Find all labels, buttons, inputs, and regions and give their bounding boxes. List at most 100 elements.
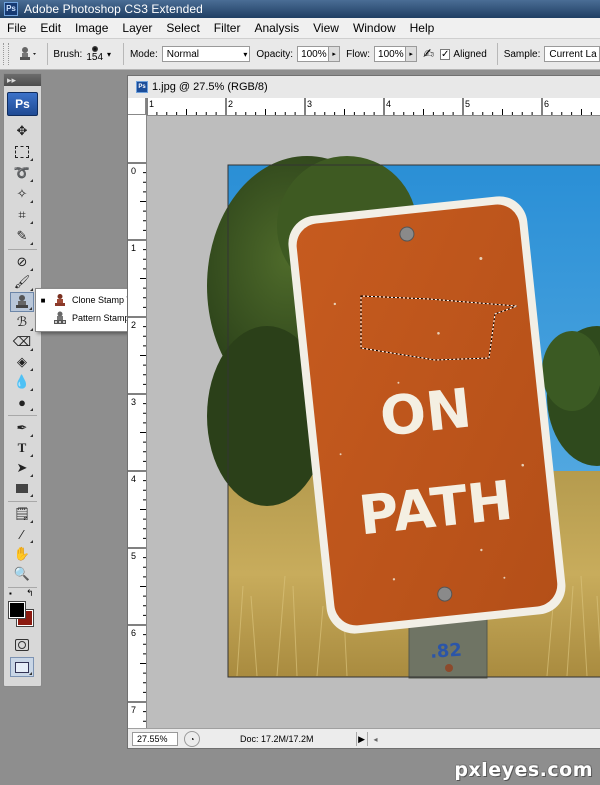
brush-picker[interactable]: 154 [86,46,104,63]
brush-tool[interactable]: 🖌 [10,272,34,292]
scroll-left-icon[interactable]: ◂ [374,735,378,744]
crop-tool[interactable]: ⌗ [10,205,34,225]
quick-mask-icon [15,639,29,651]
photoshop-app-icon: Ps [4,2,18,16]
brush-label: Brush: [53,48,83,60]
eraser-tool[interactable]: ⌫ [10,332,34,352]
ruler-label: 2 [228,99,233,109]
swap-colors-icon[interactable]: ↰ [26,588,34,599]
sample-select[interactable]: Current La [544,46,600,62]
collapse-panel-icon[interactable]: ▸▸ [7,75,16,85]
notes-tool[interactable]: 🗒 [10,504,34,524]
menu-view[interactable]: View [306,21,346,35]
toolbox-separator [8,415,37,416]
menu-analysis[interactable]: Analysis [247,21,306,35]
brush-size: 154 [86,52,104,63]
zoom-level-field[interactable]: 27.55% [132,732,178,746]
type-tool[interactable]: T [10,438,34,458]
menu-select[interactable]: Select [159,21,206,35]
tool-options-bar: Brush: 154 ▾ Mode: Normal ▾ Opacity: 100… [0,39,600,70]
mode-label: Mode: [129,48,158,60]
crop-icon: ⌗ [18,207,26,222]
healing-brush-tool[interactable]: ⊘ [10,252,34,272]
flow-input[interactable]: 100% [374,46,407,62]
options-separator [123,43,124,65]
selected-bullet-icon: ■ [40,295,46,305]
ruler-label: 3 [307,99,312,109]
ruler-label: 1 [149,99,154,109]
zoom-tool[interactable]: 🔍 [10,564,34,584]
ruler-label: 7 [131,705,136,715]
rectangle-shape-icon [16,483,28,493]
menu-window[interactable]: Window [346,21,403,35]
menu-filter[interactable]: Filter [207,21,248,35]
opacity-input[interactable]: 100% [297,46,330,62]
flow-slider-button[interactable]: ▸ [406,46,418,62]
eyedropper-icon: ⁄ [20,526,24,542]
shape-tool[interactable] [10,478,34,498]
marquee-tool[interactable] [10,142,34,162]
toolbox-header[interactable]: ▸▸ [4,74,41,86]
mode-select[interactable]: Normal ▾ [161,46,251,62]
ruler-label: 6 [544,99,549,109]
watermark-logo: pxleyes.com [454,759,593,781]
menu-image[interactable]: Image [68,21,115,35]
blur-drop-icon: 💧 [13,374,31,389]
zoom-magnifier-icon: 🔍 [13,566,31,581]
brush-icon: 🖌 [13,274,31,289]
photoshop-logo[interactable]: Ps [7,92,38,116]
clone-stamp-tool[interactable] [10,292,34,312]
ruler-label: 3 [131,397,136,407]
window-title: Adobe Photoshop CS3 Extended [24,2,203,16]
menu-layer[interactable]: Layer [115,21,159,35]
vertical-ruler[interactable]: 0 1 2 3 4 5 6 7 [128,115,147,728]
menu-help[interactable]: Help [403,21,442,35]
dodge-icon: ● [18,394,26,410]
menu-file[interactable]: File [0,21,33,35]
eyedropper-tool[interactable]: ✎ [10,226,34,246]
paint-bucket-tool[interactable]: ◈ [10,352,34,372]
ruler-label: 2 [131,320,136,330]
eyedropper-sample-tool[interactable]: ⁄ [10,524,34,544]
document-icon: Ps [136,81,148,93]
history-brush-tool[interactable]: ℬ [10,312,34,332]
photo-canvas[interactable]: .82 ON PATH [147,116,600,728]
ruler-label: 5 [465,99,470,109]
pen-tool[interactable]: ✒ [10,418,34,438]
airbrush-icon[interactable]: ✍ [423,46,434,62]
opacity-slider-button[interactable]: ▸ [329,46,341,62]
status-menu-arrow-icon[interactable]: ▶ [355,732,368,746]
path-selection-tool[interactable]: ➤ [10,458,34,478]
default-colors-icon[interactable]: ▪ [9,589,12,598]
tool-preset-picker[interactable] [15,42,41,66]
quick-mask-button[interactable] [10,635,34,655]
blur-tool[interactable]: 💧 [10,372,34,392]
ruler-label: 4 [386,99,391,109]
brush-dropdown-arrow-icon[interactable]: ▾ [107,50,111,59]
document-size: Doc: 17.2M/17.2M [240,734,314,744]
horizontal-ruler[interactable]: 1 2 3 4 5 6 [146,98,600,116]
foreground-color-swatch[interactable] [8,601,26,619]
canvas-area[interactable]: .82 ON PATH [147,116,600,728]
dodge-tool[interactable]: ● [10,392,34,412]
horizontal-ruler-ticks: 1 2 3 4 5 6 [146,98,592,115]
options-bar-grip[interactable] [3,43,9,65]
lasso-tool[interactable]: ➰ [10,163,34,183]
move-icon: ✥ [16,123,28,138]
aligned-checkbox[interactable]: ✓ [440,48,451,60]
ruler-label: 5 [131,551,136,561]
ruler-origin[interactable] [128,98,146,115]
menu-edit[interactable]: Edit [33,21,68,35]
magic-wand-tool[interactable]: ✧ [10,184,34,204]
move-tool[interactable]: ✥ [10,121,34,141]
opacity-label: Opacity: [256,48,294,60]
screen-mode-button[interactable] [10,657,34,677]
aligned-label: Aligned [453,48,487,60]
hand-icon: ✋ [13,546,31,561]
chevron-down-icon: ▾ [243,49,248,59]
navigator-icon[interactable]: ◔ [184,731,200,747]
ruler-label: 4 [131,474,136,484]
hand-tool[interactable]: ✋ [10,544,34,564]
document-title-bar[interactable]: Ps 1.jpg @ 27.5% (RGB/8) [128,76,600,99]
ruler-label: 1 [131,243,136,253]
